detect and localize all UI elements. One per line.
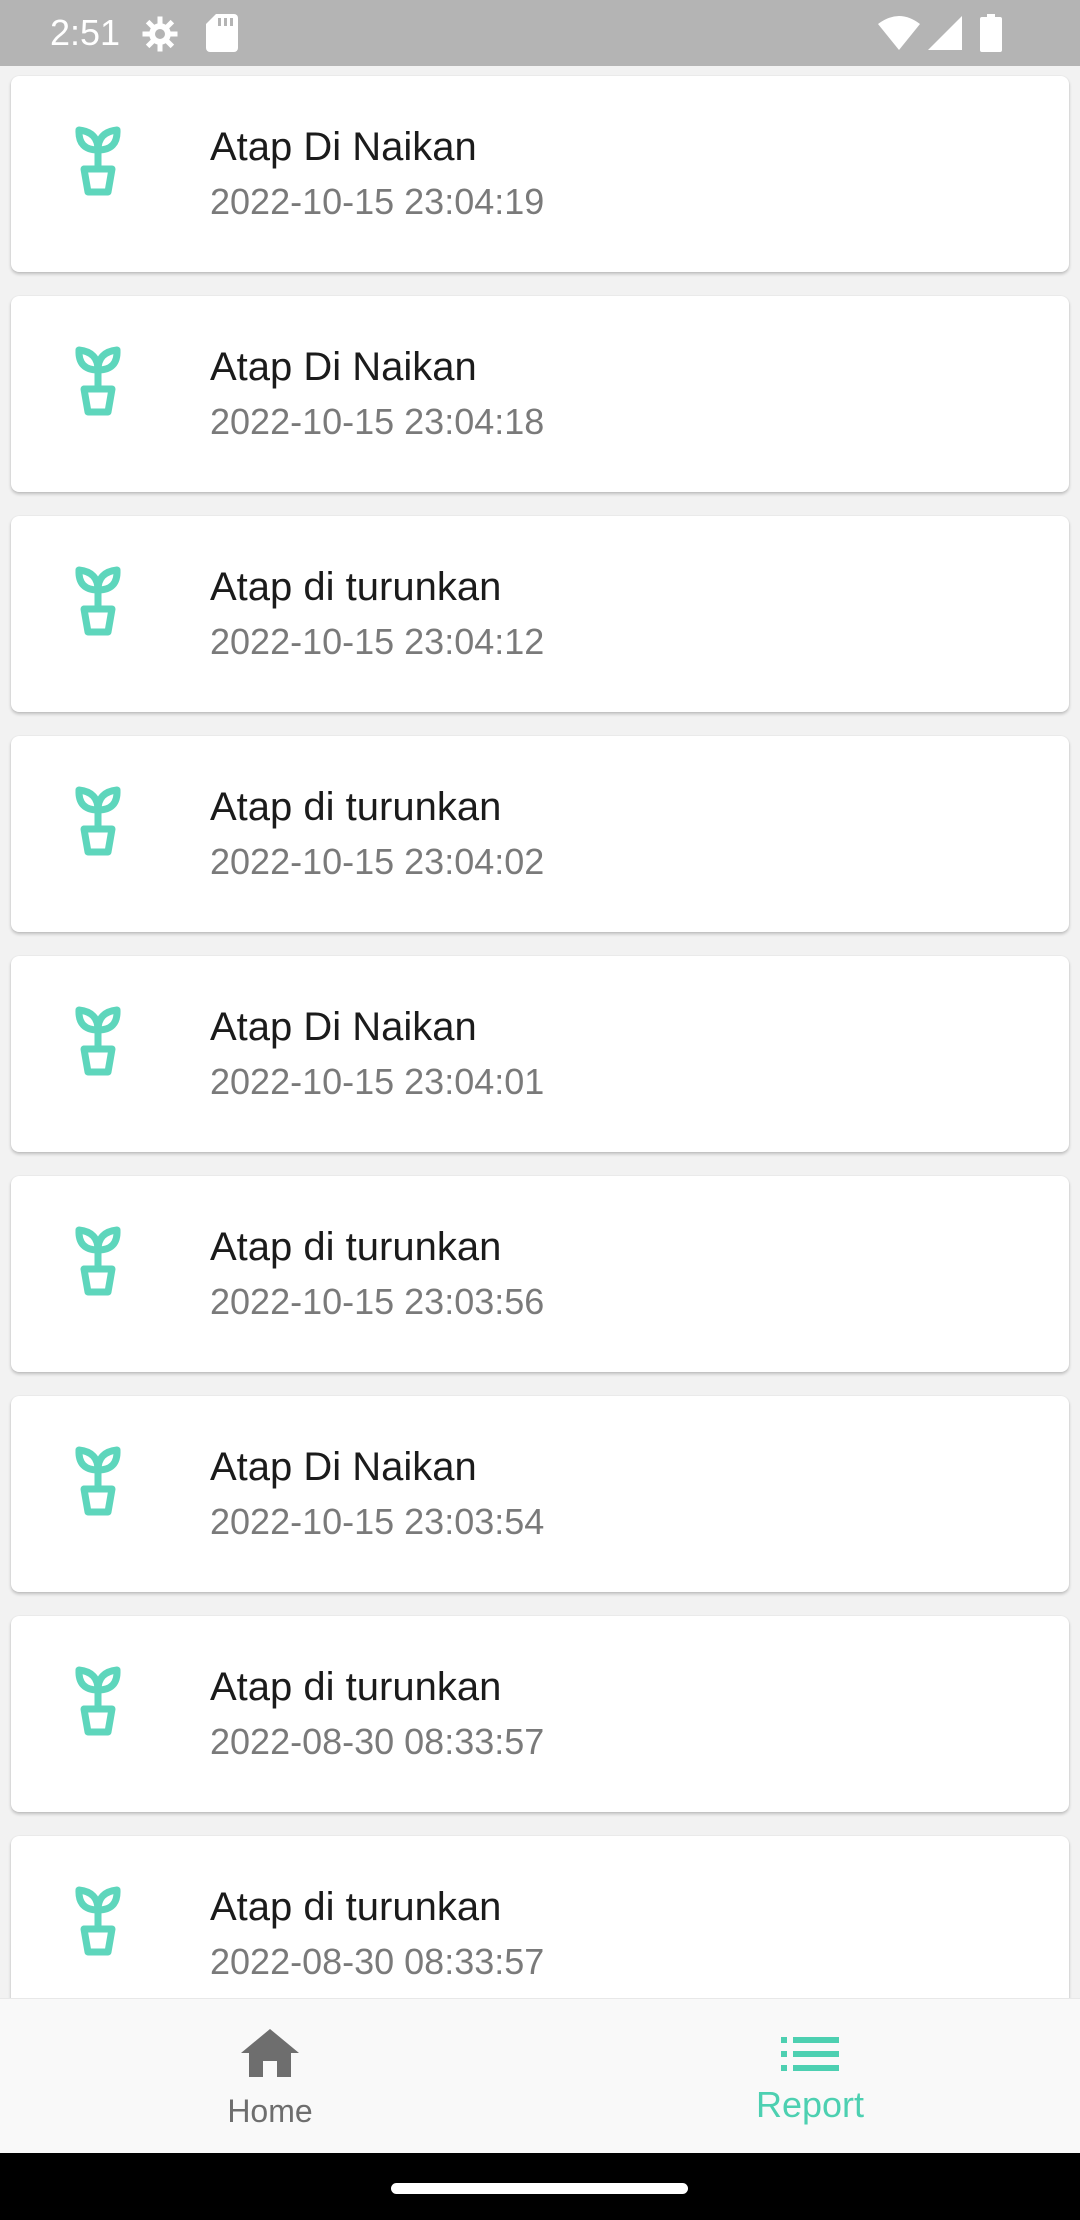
list-item[interactable]: Atap Di Naikan 2022-10-15 23:03:54: [11, 1396, 1069, 1592]
list-item[interactable]: Atap Di Naikan 2022-10-15 23:04:18: [11, 296, 1069, 492]
item-timestamp: 2022-08-30 08:33:57: [210, 1721, 545, 1762]
list-item[interactable]: Atap di turunkan 2022-10-15 23:04:02: [11, 736, 1069, 932]
signal-icon: [928, 16, 962, 55]
list-item[interactable]: Atap Di Naikan 2022-10-15 23:04:01: [11, 956, 1069, 1152]
plant-pot-icon: [57, 558, 139, 640]
plant-pot-icon: [57, 998, 139, 1080]
list-item[interactable]: Atap di turunkan 2022-10-15 23:04:12: [11, 516, 1069, 712]
item-title: Atap di turunkan: [210, 1885, 502, 1929]
item-timestamp: 2022-10-15 23:04:01: [210, 1061, 545, 1102]
list-item[interactable]: Atap di turunkan 2022-08-30 08:33:57: [11, 1836, 1069, 1998]
item-title: Atap di turunkan: [210, 1225, 502, 1269]
report-list[interactable]: Atap Di Naikan 2022-10-15 23:04:19 Atap …: [0, 66, 1080, 1998]
item-timestamp: 2022-10-15 23:04:18: [210, 401, 545, 442]
plant-pot-icon: [57, 1438, 139, 1520]
plant-pot-icon: [57, 1218, 139, 1300]
home-gesture-handle[interactable]: [391, 2183, 688, 2194]
item-title: Atap Di Naikan: [210, 125, 477, 169]
item-title: Atap Di Naikan: [210, 345, 477, 389]
item-timestamp: 2022-10-15 23:04:12: [210, 621, 545, 662]
nav-report[interactable]: Report: [540, 1999, 1080, 2154]
item-timestamp: 2022-10-15 23:04:19: [210, 181, 545, 222]
list-item[interactable]: Atap Di Naikan 2022-10-15 23:04:19: [11, 76, 1069, 272]
nav-home-label: Home: [227, 2093, 313, 2129]
item-timestamp: 2022-10-15 23:03:56: [210, 1281, 545, 1322]
status-bar: 2:51: [0, 0, 1080, 66]
item-title: Atap Di Naikan: [210, 1445, 477, 1489]
wifi-icon: [878, 16, 920, 55]
list-item[interactable]: Atap di turunkan 2022-10-15 23:03:56: [11, 1176, 1069, 1372]
plant-pot-icon: [57, 118, 139, 200]
battery-icon: [980, 14, 1002, 57]
status-time: 2:51: [50, 12, 121, 53]
item-timestamp: 2022-10-15 23:03:54: [210, 1501, 545, 1542]
plant-pot-icon: [57, 1878, 139, 1960]
plant-pot-icon: [57, 1658, 139, 1740]
item-title: Atap di turunkan: [210, 565, 502, 609]
home-icon: [241, 2029, 299, 2082]
nav-home[interactable]: Home: [0, 1999, 540, 2154]
item-title: Atap Di Naikan: [210, 1005, 477, 1049]
plant-pot-icon: [57, 778, 139, 860]
item-title: Atap di turunkan: [210, 785, 502, 829]
item-title: Atap di turunkan: [210, 1665, 502, 1709]
list-icon: [781, 2037, 839, 2076]
plant-pot-icon: [57, 338, 139, 420]
nav-report-label: Report: [755, 2084, 865, 2125]
list-item[interactable]: Atap di turunkan 2022-08-30 08:33:57: [11, 1616, 1069, 1812]
item-timestamp: 2022-10-15 23:04:02: [210, 841, 545, 882]
item-timestamp: 2022-08-30 08:33:57: [210, 1941, 545, 1982]
gear-icon: [140, 14, 180, 59]
sd-card-icon: [206, 14, 238, 57]
bottom-navigation: Home Report: [0, 1998, 1080, 2154]
